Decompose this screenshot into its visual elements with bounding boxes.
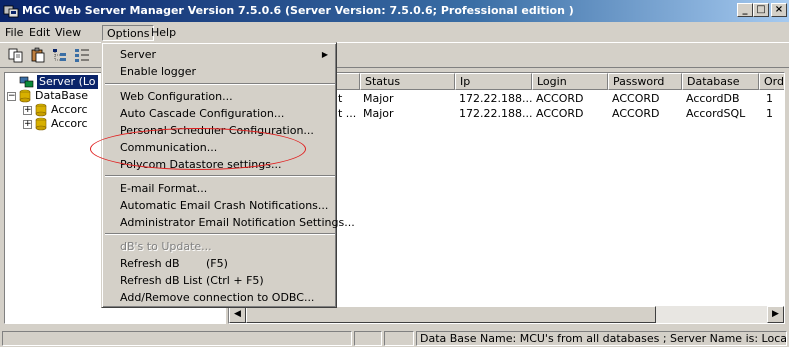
menu-item-email-format[interactable]: E-mail Format... [104, 180, 334, 197]
status-panel-empty [2, 331, 352, 346]
scroll-thumb[interactable] [246, 306, 656, 323]
menu-view[interactable]: View [51, 25, 85, 41]
menu-item-crash-notifications[interactable]: Automatic Email Crash Notifications... [104, 197, 334, 214]
menu-item-refresh-db[interactable]: Refresh dB (F5) [104, 255, 334, 272]
database-icon [35, 103, 47, 117]
column-header-ip[interactable]: Ip [455, 73, 532, 90]
tree-label-child: Accorc [51, 103, 88, 116]
menu-item-server[interactable]: Server ▶ [104, 46, 334, 63]
menu-bar: File Edit View Options Help [0, 22, 789, 42]
cell-ip: 172.22.188... [459, 92, 533, 105]
tree-label-server: Server (Lo [37, 75, 98, 89]
column-header-status[interactable]: Status [360, 73, 455, 90]
server-icon [19, 76, 34, 88]
shortcut-refresh-db-list: (Ctrl + F5) [206, 274, 264, 287]
status-panel-info: Data Base Name: MCU's from all databases… [416, 331, 787, 346]
database-icon [19, 89, 31, 103]
maximize-button[interactable]: □ [753, 3, 769, 17]
menu-item-polycom-datastore[interactable]: Polycom Datastore settings... [104, 156, 334, 173]
column-header-password[interactable]: Password [608, 73, 682, 90]
title-bar: MGC Web Server Manager Version 7.5.0.6 (… [0, 0, 789, 22]
tree-view-icon[interactable] [52, 47, 68, 63]
menu-item-refresh-db-list-label: Refresh dB List [120, 274, 203, 287]
cell-status: Major [363, 92, 394, 105]
menu-separator [105, 175, 335, 177]
scroll-left-arrow-icon[interactable]: ◀ [229, 306, 246, 323]
menu-item-refresh-db-label: Refresh dB [120, 257, 180, 270]
menu-item-server-label: Server [120, 48, 157, 61]
menu-item-auto-cascade[interactable]: Auto Cascade Configuration... [104, 105, 334, 122]
scroll-right-arrow-icon[interactable]: ▶ [767, 306, 784, 323]
status-panel-empty [384, 331, 414, 346]
menu-item-personal-scheduler[interactable]: Personal Scheduler Configuration... [104, 122, 334, 139]
app-icon [3, 5, 19, 18]
menu-separator [105, 83, 335, 85]
column-header-order[interactable]: Orde [759, 73, 784, 90]
cell-ip: 172.22.188... [459, 107, 533, 120]
database-icon [35, 117, 47, 131]
column-header-database[interactable]: Database [682, 73, 759, 90]
cell-database: AccordSQL [686, 107, 746, 120]
expand-icon[interactable]: + [23, 106, 32, 115]
submenu-arrow-icon: ▶ [321, 50, 328, 59]
cell-lead: t [338, 92, 343, 105]
expand-icon[interactable]: + [23, 120, 32, 129]
window-title: MGC Web Server Manager Version 7.5.0.6 (… [22, 4, 574, 17]
cell-login: ACCORD [536, 92, 584, 105]
minimize-button[interactable]: _ [737, 3, 753, 17]
status-panel-empty [354, 331, 382, 346]
status-bar: Data Base Name: MCU's from all databases… [0, 329, 789, 347]
cell-lead: t ... [338, 107, 357, 120]
menu-item-dbs-to-update: dB's to Update... [120, 240, 212, 253]
cell-password: ACCORD [612, 107, 660, 120]
options-dropdown: Server ▶ Enable logger Web Configuration… [101, 42, 355, 308]
cell-status: Major [363, 107, 394, 120]
close-button[interactable]: × [771, 3, 787, 17]
tree-label-child: Accorc [51, 117, 88, 130]
menu-item-enable-logger[interactable]: Enable logger [104, 63, 334, 80]
cell-login: ACCORD [536, 107, 584, 120]
cell-database: AccordDB [686, 92, 740, 105]
shortcut-refresh-db: (F5) [206, 257, 228, 270]
cell-order: 1 [766, 92, 773, 105]
menu-edit[interactable]: Edit [25, 25, 54, 41]
menu-separator [105, 233, 335, 235]
menu-item-add-remove-odbc[interactable]: Add/Remove connection to ODBC... [104, 289, 334, 306]
paste-icon[interactable] [30, 47, 46, 63]
list-view-icon[interactable] [74, 47, 90, 63]
menu-item-refresh-db-list[interactable]: Refresh dB List (Ctrl + F5) [104, 272, 334, 289]
menu-item-admin-email[interactable]: Administrator Email Notification Setting… [104, 214, 355, 231]
menu-file[interactable]: File [1, 25, 27, 41]
cell-order: 1 [766, 107, 773, 120]
tree-label-database: DataBase [35, 89, 89, 102]
collapse-icon[interactable]: − [7, 92, 16, 101]
horizontal-scrollbar[interactable]: ◀ ▶ [229, 306, 784, 323]
menu-item-communication[interactable]: Communication... [104, 139, 334, 156]
cell-password: ACCORD [612, 92, 660, 105]
column-header-login[interactable]: Login [532, 73, 608, 90]
menu-item-web-configuration[interactable]: Web Configuration... [104, 88, 334, 105]
menu-help[interactable]: Help [147, 25, 180, 41]
copy-icon[interactable] [8, 47, 24, 63]
